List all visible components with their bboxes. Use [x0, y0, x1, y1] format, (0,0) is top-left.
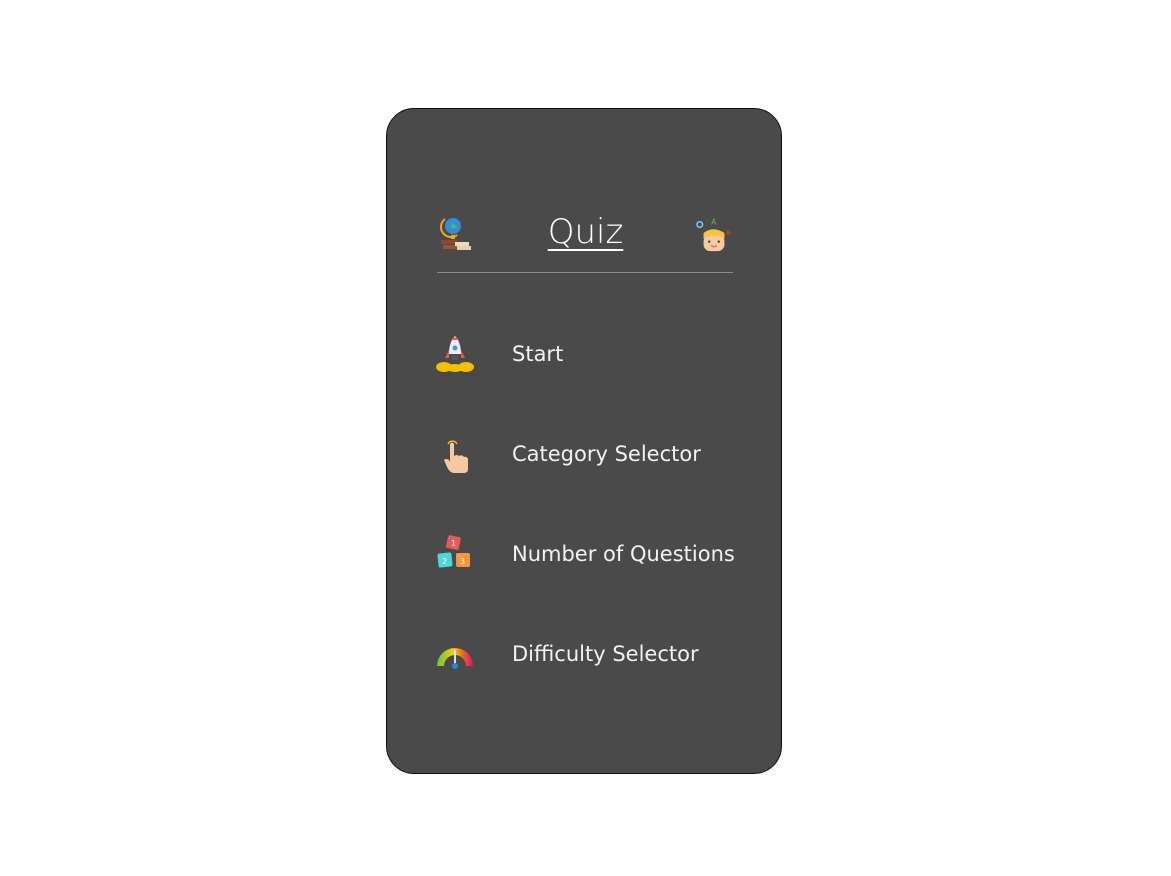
svg-text:A: A	[711, 218, 717, 227]
header-divider	[437, 272, 733, 273]
menu-item-label: Difficulty Selector	[512, 642, 699, 666]
thinking-kid-icon: 2A B	[696, 218, 731, 252]
svg-text:3: 3	[460, 557, 465, 566]
menu-item-label: Start	[512, 342, 564, 366]
menu-item-start[interactable]: Start	[434, 332, 754, 376]
number-blocks-icon: 1 2 3	[437, 535, 470, 568]
gauge-icon	[437, 648, 473, 669]
menu-item-label: Number of Questions	[512, 542, 735, 566]
svg-text:B: B	[726, 229, 731, 237]
menu-item-difficulty-selector[interactable]: Difficulty Selector	[434, 632, 754, 676]
pointing-hand-icon	[444, 440, 468, 473]
svg-text:2: 2	[442, 557, 447, 566]
menu-item-category-selector[interactable]: Category Selector	[434, 432, 754, 476]
menu-item-number-of-questions[interactable]: 1 2 3 Number of Questions	[434, 532, 754, 576]
rocket-icon	[436, 336, 474, 372]
menu-item-label: Category Selector	[512, 442, 701, 466]
svg-text:2: 2	[705, 218, 710, 227]
page-title: Quiz	[547, 212, 624, 252]
svg-text:1: 1	[451, 539, 456, 548]
